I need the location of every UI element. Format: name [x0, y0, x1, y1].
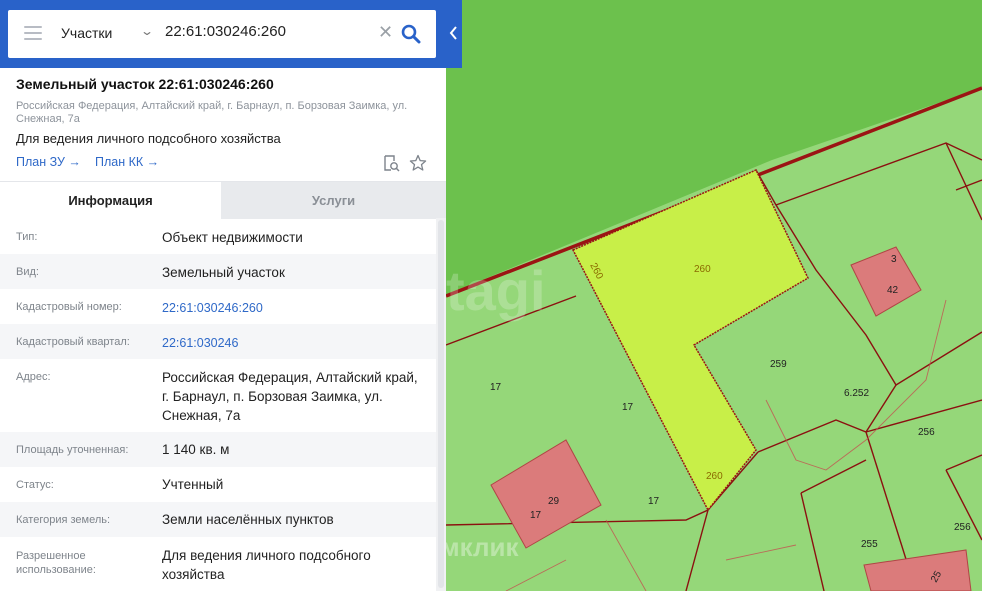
info-list: Тип: Объект недвижимости Вид: Земельный … [0, 218, 436, 591]
row-value: Учтенный [162, 477, 224, 492]
info-panel: Земельный участок 22:61:030246:260 Росси… [0, 0, 446, 591]
label-29: 29 [548, 496, 560, 507]
clear-icon[interactable]: ✕ [378, 22, 393, 43]
row-area: Площадь уточненная: 1 140 кв. м [0, 432, 436, 467]
row-value: Российская Федерация, Алтайский край, г.… [162, 370, 418, 423]
search-type-select[interactable]: Участки [61, 25, 112, 41]
label-17b: 17 [622, 402, 634, 413]
chevron-down-icon[interactable]: ⌄ [140, 24, 154, 38]
row-value: Земли населённых пунктов [162, 512, 334, 527]
building-42 [850, 246, 922, 317]
object-address: Российская Федерация, Алтайский край, г.… [16, 100, 408, 125]
label-6252: 6.252 [844, 388, 869, 399]
row-address: Адрес: Российская Федерация, Алтайский к… [0, 359, 436, 432]
row-type: Тип: Объект недвижимости [0, 218, 436, 254]
plan-kk-link[interactable]: План КК → [95, 155, 159, 169]
tab-bar: Информация Услуги [0, 181, 446, 219]
row-value: 1 140 кв. м [162, 442, 230, 457]
object-purpose: Для ведения личного подсобного хозяйства [16, 131, 281, 146]
label-17c: 17 [648, 496, 660, 507]
search-icon[interactable] [401, 24, 421, 44]
label-256b: 256 [954, 522, 971, 533]
row-label: Статус: [16, 479, 54, 491]
label-3: 3 [891, 254, 897, 265]
row-label: Вид: [16, 266, 39, 278]
row-label: Площадь уточненная: [16, 444, 129, 456]
row-label: Адрес: [16, 371, 51, 383]
label-255: 255 [861, 539, 878, 550]
chevron-left-icon [449, 26, 457, 40]
tab-services[interactable]: Услуги [221, 182, 446, 219]
row-label: Тип: [16, 231, 38, 243]
label-260-top: 260 [694, 264, 711, 275]
search-bar: Участки ⌄ ✕ [0, 0, 462, 68]
label-260-bottom: 260 [706, 471, 723, 482]
search-input[interactable] [165, 23, 365, 40]
plan-zu-link[interactable]: План ЗУ → [16, 155, 81, 169]
object-title: Земельный участок 22:61:030246:260 [16, 76, 274, 92]
row-label: Кадастровый квартал: [16, 336, 130, 348]
row-value: Для ведения личного подсобного хозяйства [162, 548, 371, 582]
building-25 [863, 549, 972, 591]
row-label: Разрешенное использование: [16, 550, 96, 576]
label-259: 259 [770, 359, 787, 370]
label-256a: 256 [918, 427, 935, 438]
cad-number-link[interactable]: 22:61:030246:260 [162, 299, 427, 318]
document-search-icon[interactable] [383, 155, 400, 172]
row-value: Земельный участок [162, 265, 285, 280]
label-42: 42 [887, 285, 899, 296]
cadastral-map[interactable]: tagi Домклик 260 260 260 259 3 42 6.252 … [446, 0, 982, 591]
row-label: Категория земель: [16, 514, 111, 526]
tab-information[interactable]: Информация [0, 182, 221, 219]
search-box: Участки ⌄ ✕ [8, 10, 436, 58]
row-category: Категория земель: Земли населённых пункт… [0, 502, 436, 537]
star-icon[interactable] [409, 154, 427, 172]
watermark-tagi: tagi [446, 259, 546, 322]
row-permitted-use: Разрешенное использование: Для ведения л… [0, 537, 436, 591]
row-kind: Вид: Земельный участок [0, 254, 436, 289]
row-status: Статус: Учтенный [0, 467, 436, 502]
scrollbar-thumb[interactable] [438, 220, 444, 588]
row-cad-quarter: Кадастровый квартал: 22:61:030246 [0, 324, 436, 359]
watermark-domclick: Домклик [446, 532, 519, 562]
cad-quarter-link[interactable]: 22:61:030246 [162, 334, 427, 353]
hamburger-menu-icon[interactable] [24, 26, 42, 42]
label-17d: 17 [530, 510, 542, 521]
row-label: Кадастровый номер: [16, 301, 122, 313]
label-17a: 17 [490, 382, 502, 393]
row-cad-number: Кадастровый номер: 22:61:030246:260 [0, 289, 436, 324]
map-canvas[interactable]: tagi Домклик 260 260 260 259 3 42 6.252 … [446, 0, 982, 591]
collapse-panel-button[interactable] [446, 10, 462, 58]
row-value: Объект недвижимости [162, 230, 303, 245]
